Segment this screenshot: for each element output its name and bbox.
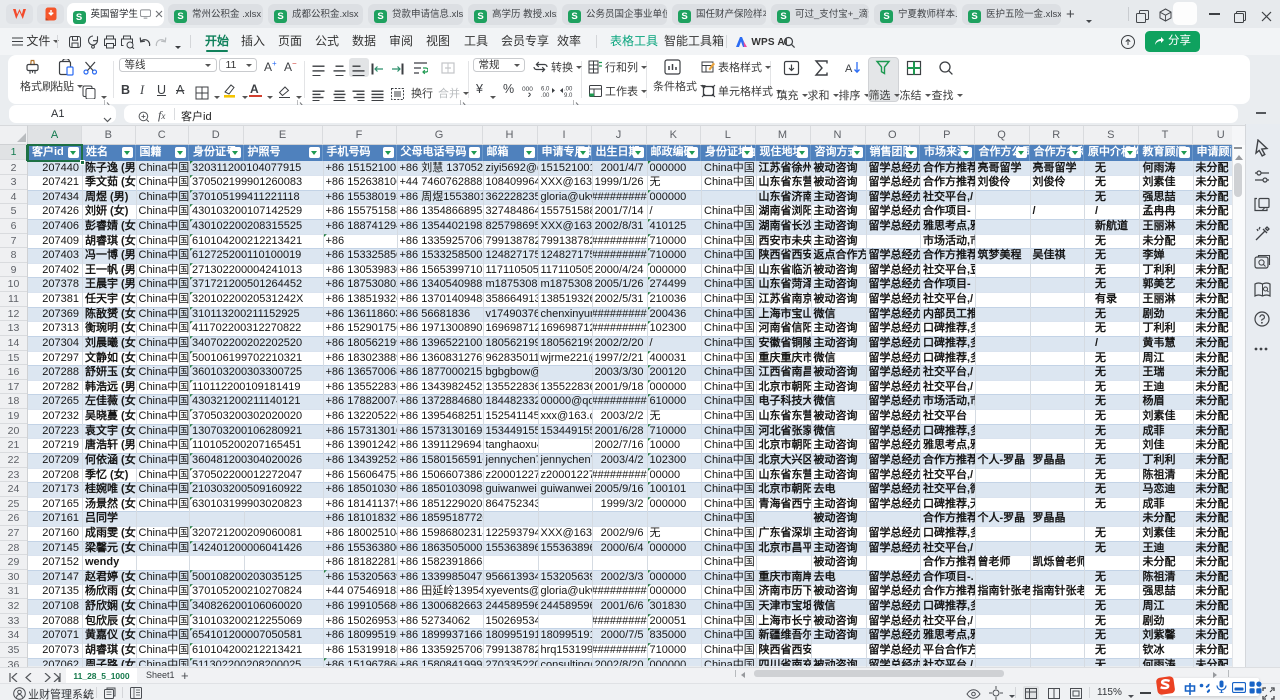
svg-text:000: 000 <box>522 86 533 93</box>
svg-text:.00: .00 <box>564 87 573 93</box>
svg-text:.00: .00 <box>541 93 550 97</box>
svg-text:6.0: 6.0 <box>541 87 550 93</box>
svg-text:9.0: 9.0 <box>564 93 573 97</box>
svg-text:A: A <box>845 63 853 75</box>
